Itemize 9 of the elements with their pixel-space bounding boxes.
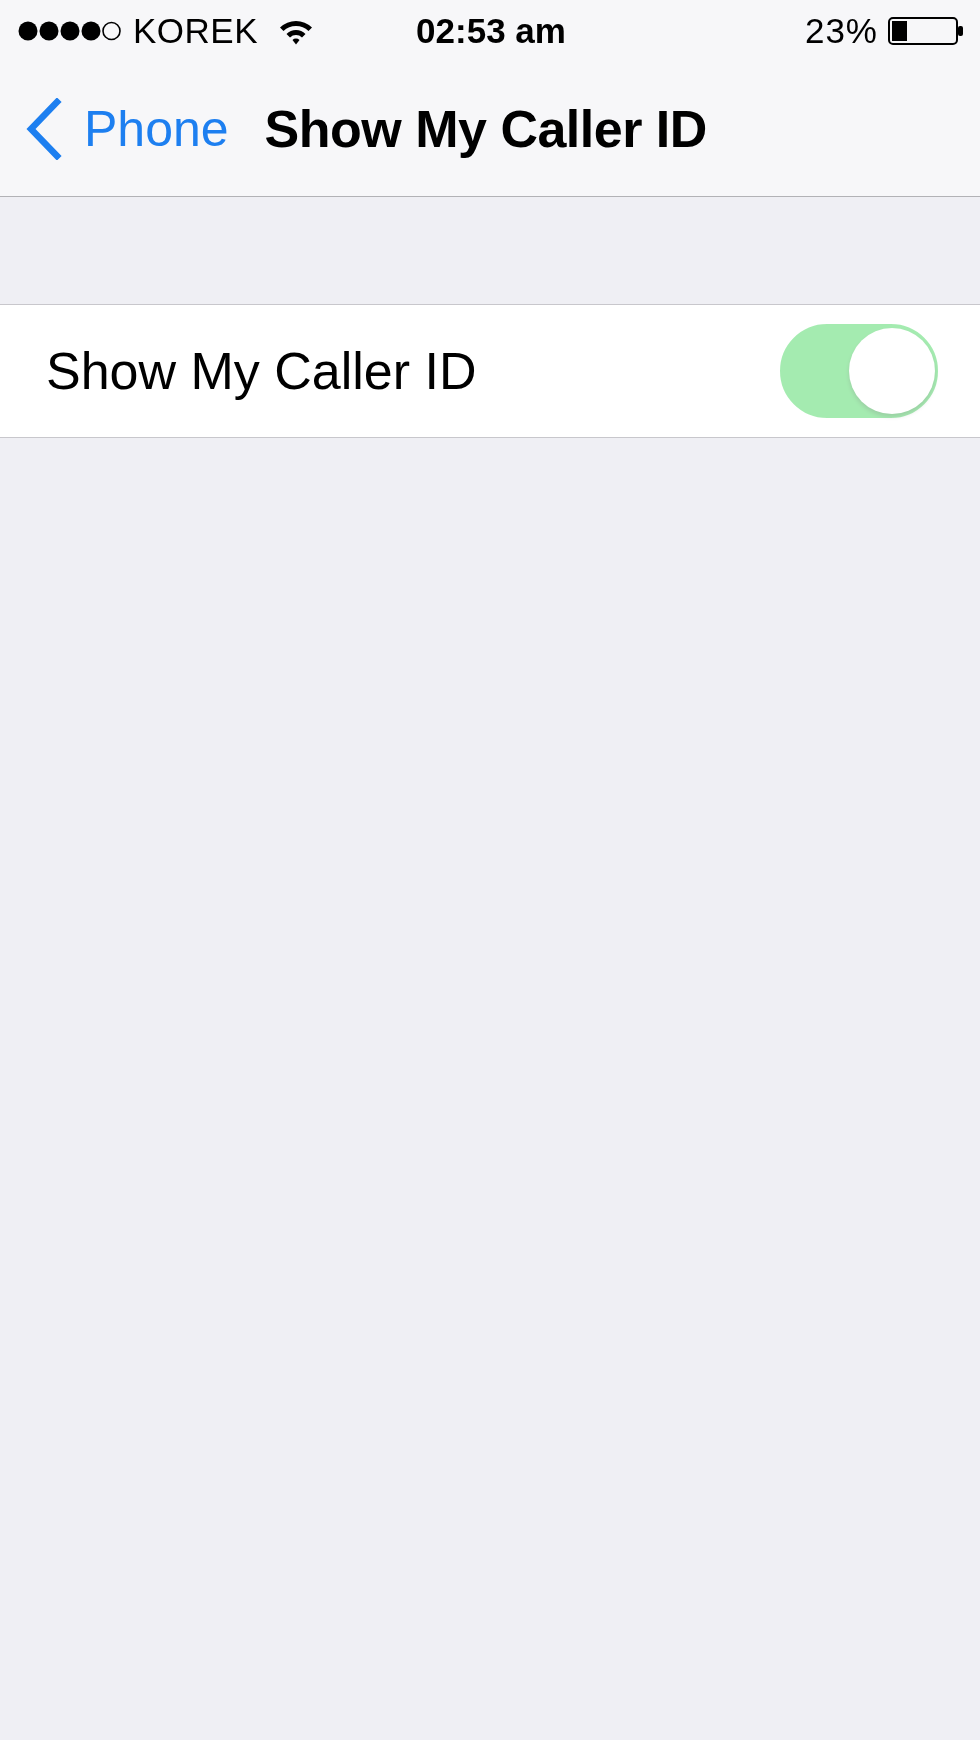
signal-strength-icon bbox=[18, 21, 121, 41]
carrier-name: KOREK bbox=[133, 11, 259, 51]
setting-label: Show My Caller ID bbox=[46, 341, 477, 401]
battery-percentage: 23% bbox=[804, 11, 878, 51]
chevron-left-icon bbox=[24, 98, 62, 160]
back-button[interactable]: Phone bbox=[24, 98, 229, 160]
status-time: 02:53 am bbox=[416, 11, 566, 51]
battery-icon bbox=[888, 17, 964, 45]
page-title: Show My Caller ID bbox=[264, 99, 707, 159]
